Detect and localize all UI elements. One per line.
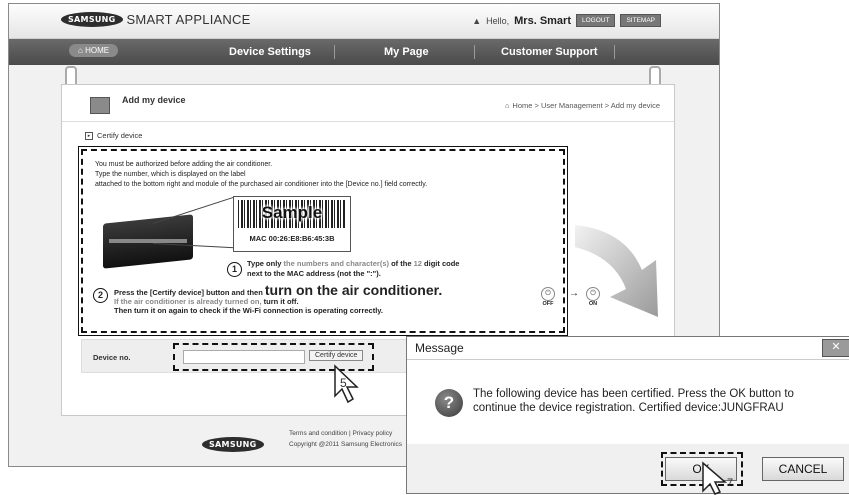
module-stripe xyxy=(109,239,187,243)
add-device-icon xyxy=(90,97,110,114)
cursor-icon xyxy=(702,461,728,495)
step-1-text: Type only the numbers and character(s) o… xyxy=(247,259,459,279)
nav-my-page[interactable]: My Page xyxy=(384,46,429,58)
footer-links[interactable]: Terms and condition | Privacy policy xyxy=(289,430,392,437)
nav-divider xyxy=(614,45,615,59)
step-1-d: 12 xyxy=(413,259,422,268)
label-leader-line xyxy=(152,195,237,224)
sample-label: Sample MAC 00:26:E8:B6:45:3B xyxy=(233,196,351,252)
sample-word: Sample xyxy=(261,203,323,222)
nav-device-settings[interactable]: Device Settings xyxy=(229,46,311,58)
step-2-a: Press the [Certify device] button and th… xyxy=(114,288,263,297)
step-1-number: 1 xyxy=(227,261,242,277)
section-label-text: Certify device xyxy=(97,131,143,140)
step-1-e: digit code xyxy=(424,259,460,268)
nav-home-label: HOME xyxy=(85,46,110,55)
footer-samsung-logo: SAMSUNG xyxy=(202,437,264,452)
instruction-line: Type the number, which is displayed on t… xyxy=(95,171,246,178)
step-1: 1 Type only the numbers and character(s)… xyxy=(227,259,459,279)
device-no-label: Device no. xyxy=(93,353,131,362)
power-off-icon: ⏻ xyxy=(541,287,555,301)
nav-divider xyxy=(334,45,335,59)
home-icon: ⌂ xyxy=(78,46,86,55)
dialog-titlebar: Message ✕ xyxy=(407,337,849,360)
step-callout-7: 7 xyxy=(727,477,734,489)
user-name: Mrs. Smart xyxy=(514,14,571,27)
step-callout-5: 5 xyxy=(340,376,347,390)
instruction-line: You must be authorized before adding the… xyxy=(95,161,273,168)
brand[interactable]: SAMSUNG SMART APPLIANCE xyxy=(61,12,250,27)
step-2-number: 2 xyxy=(93,288,108,303)
dialog-body: ? The following device has been certifie… xyxy=(407,360,849,444)
step-2: 2 Press the [Certify device] button and … xyxy=(93,283,442,315)
step-1-a: Type only xyxy=(247,259,282,268)
instructions-panel: You must be authorized before adding the… xyxy=(78,146,600,336)
transition-arrow-icon xyxy=(575,225,658,317)
instruction-line: attached to the bottom right and module … xyxy=(95,181,428,188)
power-off: ⏻ OFF xyxy=(541,287,555,307)
user-icon: ▲ xyxy=(472,15,482,26)
user-box: ▲ Hello, Mrs. Smart LOGOUT SITEMAP xyxy=(472,14,661,27)
app-name: SMART APPLIANCE xyxy=(126,12,251,27)
step-1-b: the numbers and character(s) xyxy=(283,259,389,268)
dialog-message: The following device has been certified.… xyxy=(473,388,794,414)
sitemap-button[interactable]: SITEMAP xyxy=(620,14,661,27)
top-header: SAMSUNG SMART APPLIANCE ▲ Hello, Mrs. Sm… xyxy=(9,4,719,39)
samsung-logo: SAMSUNG xyxy=(61,12,123,27)
nav-customer-support[interactable]: Customer Support xyxy=(501,46,598,58)
dialog-close-button[interactable]: ✕ xyxy=(822,339,849,357)
nav-divider xyxy=(474,45,475,59)
page-title: Add my device xyxy=(122,95,186,105)
logout-button[interactable]: LOGOUT xyxy=(576,14,616,27)
step-2-line2-b: turn it off. xyxy=(263,297,299,306)
breadcrumb-text: Home > User Management > Add my device xyxy=(512,101,660,110)
step-2-line3: Then turn it on again to check if the Wi… xyxy=(114,306,383,315)
breadcrumb: ⌂ Home > User Management > Add my device xyxy=(505,101,660,110)
expand-icon: ▸ xyxy=(85,131,93,140)
main-nav: ⌂ HOME Device Settings My Page Customer … xyxy=(9,39,719,65)
section-label: ▸ Certify device xyxy=(85,131,142,140)
greeting: Hello, xyxy=(486,15,510,26)
question-icon: ? xyxy=(435,389,463,417)
step-1-line2: next to the MAC address (not the ":"). xyxy=(247,269,381,278)
step-1-c: of the xyxy=(391,259,412,268)
message-dialog: Message ✕ ? The following device has bee… xyxy=(406,336,849,495)
cancel-button[interactable]: CANCEL xyxy=(762,457,844,481)
step-2-text: Press the [Certify device] button and th… xyxy=(114,283,442,315)
footer-copyright: Copyright @2011 Samsung Electronics xyxy=(289,441,403,448)
dialog-title: Message xyxy=(415,341,464,355)
off-label: OFF xyxy=(542,301,554,307)
step-2-line2-a: If the air conditioner is already turned… xyxy=(114,297,262,306)
step-2-big: turn on the air conditioner. xyxy=(264,282,443,298)
nav-home[interactable]: ⌂ HOME xyxy=(69,44,119,57)
home-icon: ⌂ xyxy=(504,101,510,110)
mac-address: MAC 00:26:E8:B6:45:3B xyxy=(249,234,335,243)
card-header: Add my device ⌂ Home > User Management >… xyxy=(62,85,674,122)
